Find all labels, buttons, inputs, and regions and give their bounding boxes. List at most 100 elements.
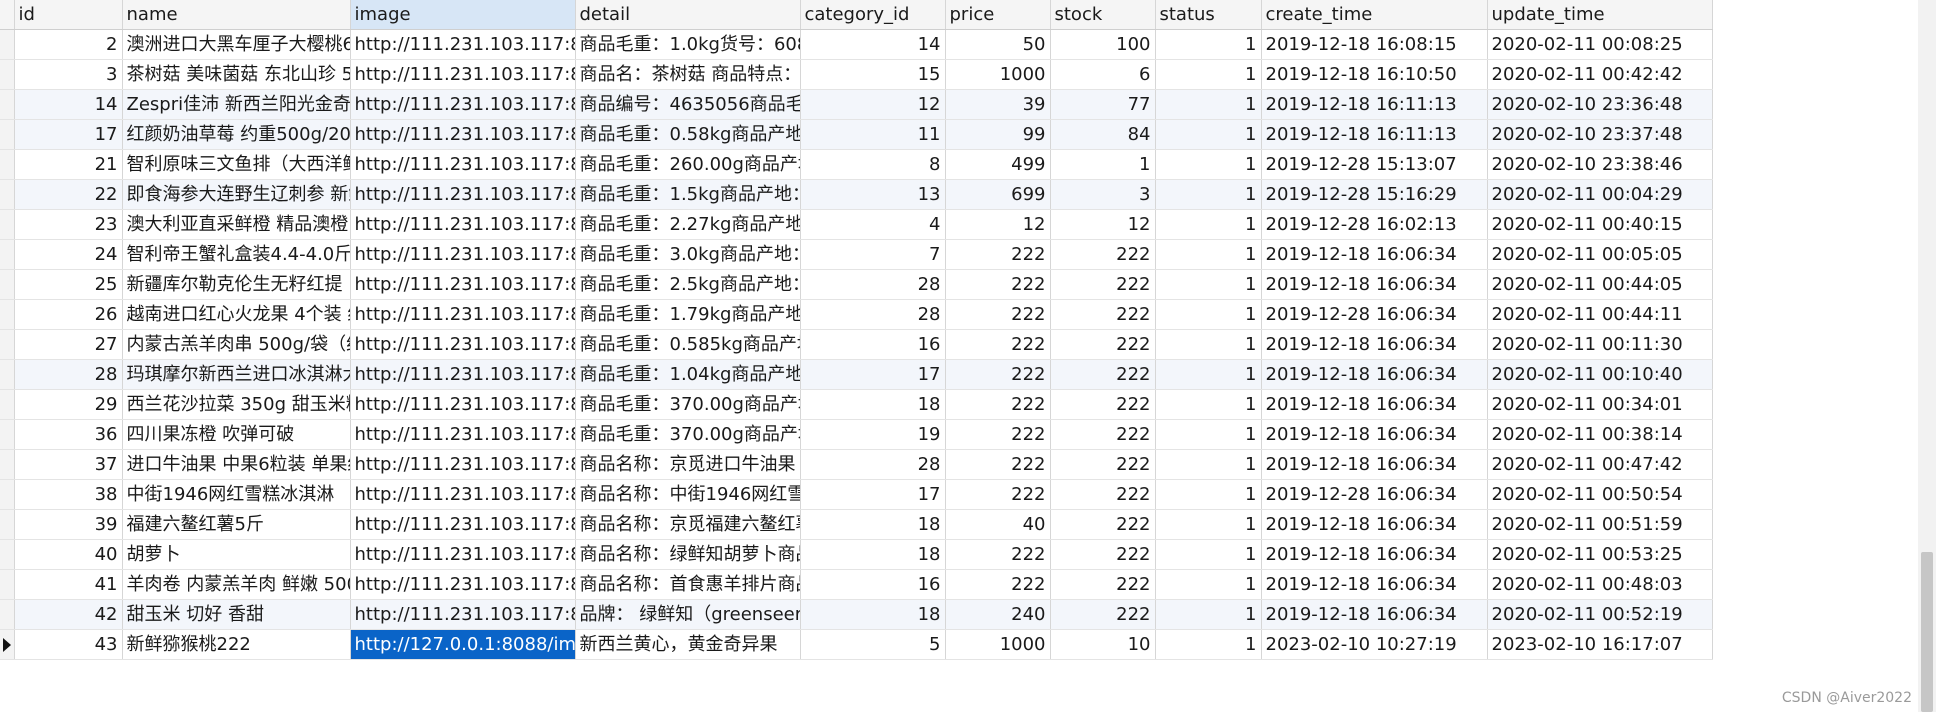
- row-marker[interactable]: [0, 209, 15, 240]
- vertical-scrollbar[interactable]: [1918, 0, 1936, 712]
- row-marker[interactable]: [0, 149, 15, 180]
- row-marker[interactable]: [0, 539, 15, 570]
- cell-update-time[interactable]: 2020-02-11 00:08:25: [1487, 29, 1713, 60]
- cell-id[interactable]: 23: [14, 209, 123, 240]
- cell-status[interactable]: 1: [1155, 179, 1262, 210]
- cell-category-id[interactable]: 17: [800, 479, 946, 510]
- cell-create-time[interactable]: 2019-12-28 16:06:34: [1261, 479, 1488, 510]
- cell-category-id[interactable]: 18: [800, 389, 946, 420]
- cell-detail[interactable]: 品牌： 绿鲜知（greenseer）: [575, 599, 801, 630]
- table-row[interactable]: 43新鲜猕猴桃222http://127.0.0.1:8088/image新西兰…: [0, 629, 1713, 660]
- cell-name[interactable]: 西兰花沙拉菜 350g 甜玉米粒: [122, 389, 351, 420]
- cell-create-time[interactable]: 2019-12-28 16:06:34: [1261, 299, 1488, 330]
- cell-create-time[interactable]: 2023-02-10 10:27:19: [1261, 629, 1488, 660]
- cell-detail[interactable]: 商品毛重：0.585kg商品产地: [575, 329, 801, 360]
- cell-stock[interactable]: 222: [1050, 329, 1156, 360]
- cell-name[interactable]: 红颜奶油草莓 约重500g/20: [122, 119, 351, 150]
- cell-status[interactable]: 1: [1155, 269, 1262, 300]
- table-row[interactable]: 42甜玉米 切好 香甜http://111.231.103.117:8080/品…: [0, 599, 1713, 630]
- row-marker[interactable]: [0, 509, 15, 540]
- cell-name[interactable]: 福建六鳌红薯5斤: [122, 509, 351, 540]
- column-header-update-time[interactable]: update_time: [1487, 0, 1713, 30]
- cell-detail[interactable]: 商品毛重：370.00g商品产地: [575, 389, 801, 420]
- table-row[interactable]: 28玛琪摩尔新西兰进口冰淇淋大http://111.231.103.117:80…: [0, 359, 1713, 390]
- cell-detail[interactable]: 商品名称：绿鲜知胡萝卜商品: [575, 539, 801, 570]
- table-row[interactable]: 25新疆库尔勒克伦生无籽红提http://111.231.103.117:808…: [0, 269, 1713, 300]
- cell-id[interactable]: 28: [14, 359, 123, 390]
- cell-id[interactable]: 42: [14, 599, 123, 630]
- cell-detail[interactable]: 商品名：茶树菇 商品特点：: [575, 59, 801, 90]
- cell-category-id[interactable]: 7: [800, 239, 946, 270]
- cell-update-time[interactable]: 2020-02-11 00:34:01: [1487, 389, 1713, 420]
- cell-update-time[interactable]: 2020-02-11 00:10:40: [1487, 359, 1713, 390]
- cell-stock[interactable]: 222: [1050, 449, 1156, 480]
- column-header-id[interactable]: id: [14, 0, 123, 30]
- cell-price[interactable]: 1000: [945, 59, 1051, 90]
- cell-status[interactable]: 1: [1155, 299, 1262, 330]
- cell-status[interactable]: 1: [1155, 479, 1262, 510]
- cell-name[interactable]: 智利原味三文鱼排（大西洋鲑: [122, 149, 351, 180]
- table-row[interactable]: 21智利原味三文鱼排（大西洋鲑http://111.231.103.117:80…: [0, 149, 1713, 180]
- cell-stock[interactable]: 222: [1050, 599, 1156, 630]
- row-marker[interactable]: [0, 239, 15, 270]
- table-row[interactable]: 24 智利帝王蟹礼盒装4.4-4.0斤 http://111.231.103.117…: [0, 239, 1713, 270]
- cell-create-time[interactable]: 2019-12-18 16:10:50: [1261, 59, 1488, 90]
- cell-image[interactable]: http://111.231.103.117:8080/: [350, 119, 576, 150]
- row-marker[interactable]: [0, 299, 15, 330]
- row-marker[interactable]: [0, 269, 15, 300]
- cell-category-id[interactable]: 8: [800, 149, 946, 180]
- cell-create-time[interactable]: 2019-12-18 16:06:34: [1261, 359, 1488, 390]
- cell-status[interactable]: 1: [1155, 149, 1262, 180]
- cell-image[interactable]: http://111.231.103.117:8080/: [350, 149, 576, 180]
- cell-name[interactable]: 甜玉米 切好 香甜: [122, 599, 351, 630]
- cell-update-time[interactable]: 2020-02-10 23:36:48: [1487, 89, 1713, 120]
- cell-status[interactable]: 1: [1155, 389, 1262, 420]
- cell-image[interactable]: http://111.231.103.117:8080/: [350, 509, 576, 540]
- cell-category-id[interactable]: 18: [800, 509, 946, 540]
- table-row[interactable]: 23澳大利亚直采鲜橙 精品澳橙http://111.231.103.117:80…: [0, 209, 1713, 240]
- cell-price[interactable]: 240: [945, 599, 1051, 630]
- cell-category-id[interactable]: 19: [800, 419, 946, 450]
- cell-price[interactable]: 222: [945, 329, 1051, 360]
- cell-category-id[interactable]: 15: [800, 59, 946, 90]
- cell-create-time[interactable]: 2019-12-18 16:06:34: [1261, 239, 1488, 270]
- cell-update-time[interactable]: 2020-02-10 23:37:48: [1487, 119, 1713, 150]
- cell-stock[interactable]: 222: [1050, 359, 1156, 390]
- cell-image[interactable]: http://111.231.103.117:8080/: [350, 29, 576, 60]
- cell-id[interactable]: 43: [14, 629, 123, 660]
- cell-detail[interactable]: 商品名称：中街1946网红雪: [575, 479, 801, 510]
- cell-price[interactable]: 99: [945, 119, 1051, 150]
- cell-price[interactable]: 40: [945, 509, 1051, 540]
- cell-category-id[interactable]: 4: [800, 209, 946, 240]
- cell-category-id[interactable]: 18: [800, 599, 946, 630]
- cell-detail[interactable]: 商品毛重：0.58kg商品产地: [575, 119, 801, 150]
- cell-image[interactable]: http://111.231.103.117:8080/: [350, 479, 576, 510]
- cell-detail[interactable]: 商品毛重：1.79kg商品产地: [575, 299, 801, 330]
- cell-image[interactable]: http://111.231.103.117:8080/: [350, 569, 576, 600]
- cell-status[interactable]: 1: [1155, 509, 1262, 540]
- cell-name[interactable]: 胡萝卜: [122, 539, 351, 570]
- cell-name[interactable]: 越南进口红心火龙果 4个装 约: [122, 299, 351, 330]
- row-marker[interactable]: [0, 389, 15, 420]
- cell-create-time[interactable]: 2019-12-28 16:02:13: [1261, 209, 1488, 240]
- cell-update-time[interactable]: 2020-02-11 00:51:59: [1487, 509, 1713, 540]
- cell-update-time[interactable]: 2020-02-11 00:11:30: [1487, 329, 1713, 360]
- cell-image[interactable]: http://111.231.103.117:8080/: [350, 419, 576, 450]
- row-marker[interactable]: [0, 29, 15, 60]
- cell-create-time[interactable]: 2019-12-18 16:08:15: [1261, 29, 1488, 60]
- row-marker[interactable]: [0, 599, 15, 630]
- cell-price[interactable]: 222: [945, 569, 1051, 600]
- cell-price[interactable]: 222: [945, 419, 1051, 450]
- column-header-stock[interactable]: stock: [1050, 0, 1156, 30]
- cell-stock[interactable]: 77: [1050, 89, 1156, 120]
- row-marker[interactable]: [0, 449, 15, 480]
- cell-update-time[interactable]: 2020-02-11 00:04:29: [1487, 179, 1713, 210]
- cell-price[interactable]: 12: [945, 209, 1051, 240]
- cell-create-time[interactable]: 2019-12-18 16:06:34: [1261, 419, 1488, 450]
- cell-update-time[interactable]: 2020-02-11 00:42:42: [1487, 59, 1713, 90]
- cell-image[interactable]: http://111.231.103.117:8080/: [350, 449, 576, 480]
- cell-update-time[interactable]: 2020-02-11 00:50:54: [1487, 479, 1713, 510]
- cell-update-time[interactable]: 2020-02-11 00:52:19: [1487, 599, 1713, 630]
- table-row[interactable]: 17 红颜奶油草莓 约重500g/20 http://111.231.103.117…: [0, 119, 1713, 150]
- cell-name[interactable]: 澳大利亚直采鲜橙 精品澳橙: [122, 209, 351, 240]
